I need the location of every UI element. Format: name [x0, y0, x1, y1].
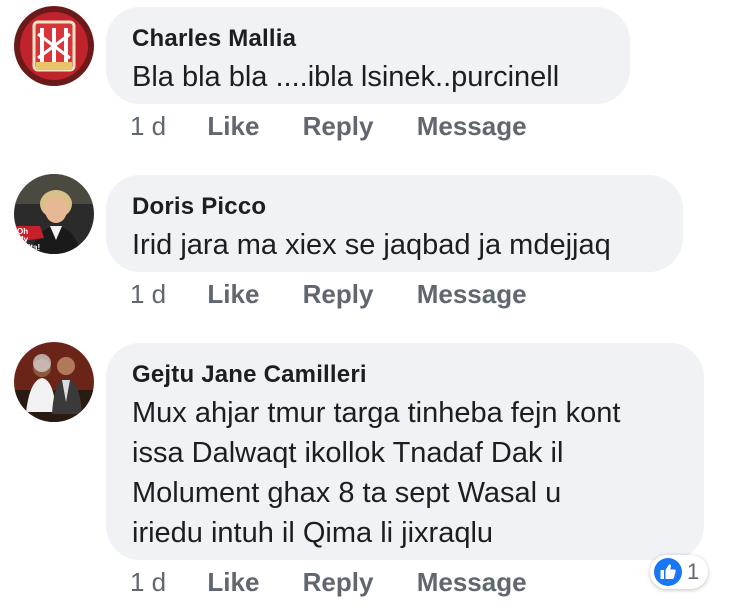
comment-bubble: Doris Picco Irid jara ma xiex se jaqbad …: [106, 175, 683, 272]
comment-timestamp[interactable]: 1 d: [130, 279, 166, 309]
reply-button[interactable]: Reply: [303, 279, 374, 309]
comment-bubble: Charles Mallia Bla bla bla ....ibla lsin…: [106, 7, 630, 104]
avatar-doris-picco[interactable]: Oh My Malta!: [14, 174, 94, 254]
avatar-badge-text: Oh My Malta!: [17, 227, 41, 252]
message-button[interactable]: Message: [417, 279, 527, 309]
comment-timestamp[interactable]: 1 d: [130, 567, 166, 597]
comment-text: Irid jara ma xiex se jaqbad ja mdejjaq: [132, 229, 611, 261]
comment-actions: 1 d Like Reply Message: [130, 279, 563, 309]
message-button[interactable]: Message: [417, 111, 527, 141]
like-button[interactable]: Like: [207, 567, 259, 597]
comment-text-line: Molument ghax 8 ta sept Wasal u: [132, 477, 562, 509]
comment-text: Bla bla bla ....ibla lsinek..purcinell: [132, 61, 560, 93]
like-button[interactable]: Like: [207, 279, 259, 309]
comment-actions: 1 d Like Reply Message: [130, 111, 563, 141]
comment-author[interactable]: Gejtu Jane Camilleri: [132, 361, 678, 389]
comment-timestamp[interactable]: 1 d: [130, 111, 166, 141]
message-button[interactable]: Message: [417, 567, 527, 597]
avatar-charles-mallia[interactable]: [14, 6, 94, 86]
thumbs-up-icon: [654, 558, 682, 586]
reaction-count: 1: [687, 559, 700, 584]
reaction-summary[interactable]: 1: [650, 555, 708, 589]
comment-text-line: issa Dalwaqt ikollok Tnadaf Dak il: [132, 437, 564, 469]
comment-text-line: Mux ahjar tmur targa tinheba fejn kont: [132, 397, 621, 429]
reply-button[interactable]: Reply: [303, 567, 374, 597]
comment-author[interactable]: Doris Picco: [132, 193, 657, 221]
avatar-gejtu-jane-camilleri[interactable]: [14, 342, 94, 422]
comment-actions: 1 d Like Reply Message: [130, 567, 563, 597]
comment-text-line: iriedu intuh il Qima li jixraqlu: [132, 517, 494, 549]
comment-author[interactable]: Charles Mallia: [132, 25, 604, 53]
like-button[interactable]: Like: [207, 111, 259, 141]
reply-button[interactable]: Reply: [303, 111, 374, 141]
comment-bubble: Gejtu Jane Camilleri Mux ahjar tmur targ…: [106, 343, 704, 560]
